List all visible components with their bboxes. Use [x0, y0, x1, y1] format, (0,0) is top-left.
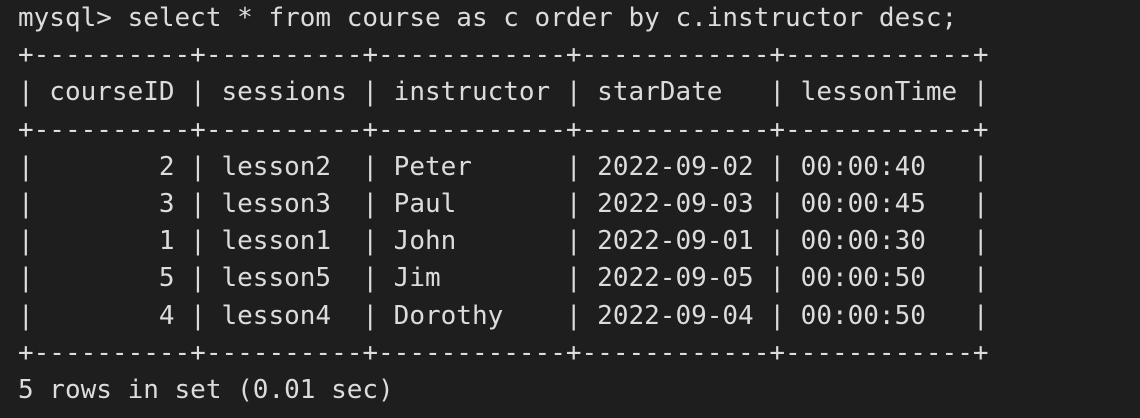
- table-header-separator: +----------+----------+------------+----…: [18, 114, 989, 145]
- table-header-row: | courseID | sessions | instructor | sta…: [18, 77, 989, 108]
- table-row: | 3 | lesson3 | Paul | 2022-09-03 | 00:0…: [18, 188, 989, 219]
- table-row: | 4 | lesson4 | Dorothy | 2022-09-04 | 0…: [18, 300, 989, 331]
- table-row: | 5 | lesson5 | Jim | 2022-09-05 | 00:00…: [18, 263, 989, 294]
- command-prompt-line: mysql> select * from course as c order b…: [18, 3, 958, 33]
- result-summary: 5 rows in set (0.01 sec): [18, 374, 394, 405]
- table-row: | 1 | lesson1 | John | 2022-09-01 | 00:0…: [18, 226, 989, 257]
- table-row: | 2 | lesson2 | Peter | 2022-09-02 | 00:…: [18, 151, 989, 182]
- terminal-window[interactable]: mysql> select * from course as c order b…: [0, 0, 1140, 418]
- table-border-top: +----------+----------+------------+----…: [18, 40, 989, 71]
- table-border-bottom: +----------+----------+------------+----…: [18, 337, 989, 368]
